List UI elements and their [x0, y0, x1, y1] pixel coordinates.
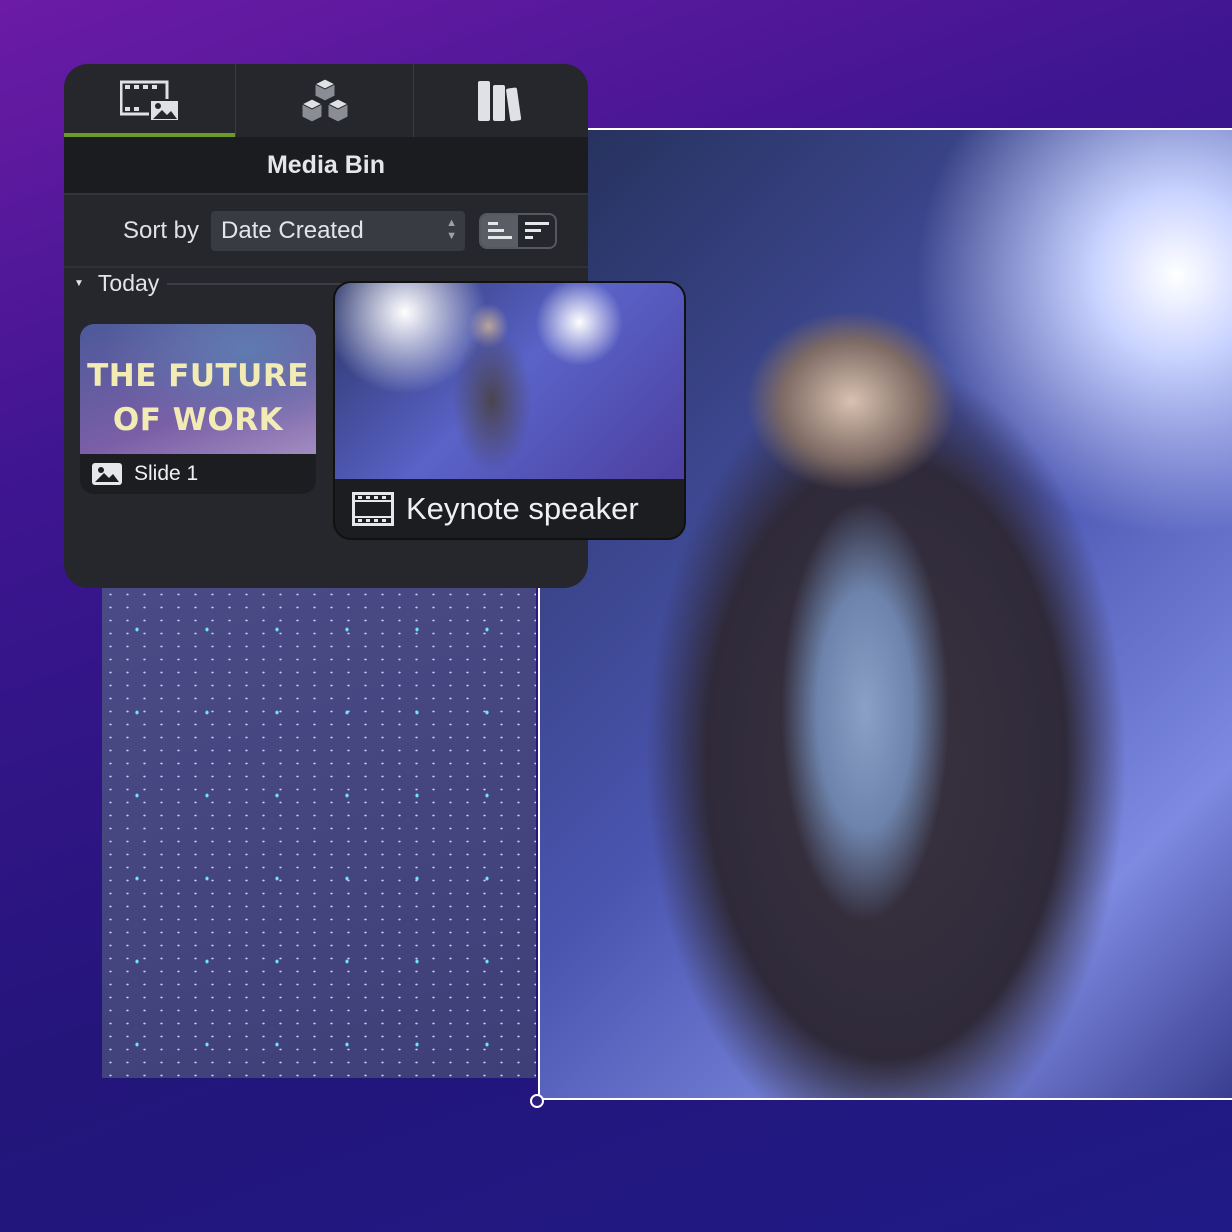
group-header-today[interactable]: ▼ Today: [74, 270, 374, 297]
panel-tabs: [64, 64, 588, 137]
media-icon: [119, 80, 180, 122]
tab-media[interactable]: [64, 64, 236, 137]
thumbnail-title-line: THE FUTURE: [87, 358, 309, 394]
thumbnail-title-line: OF WORK: [112, 402, 284, 438]
group-label: Today: [97, 270, 160, 296]
sort-ascending-button[interactable]: [481, 214, 519, 247]
sort-value: Date Created: [221, 216, 364, 244]
image-icon: [92, 463, 122, 485]
starfield-background-image: [102, 588, 536, 1078]
resize-handle[interactable]: [530, 1094, 544, 1108]
books-icon: [478, 80, 522, 121]
sort-select[interactable]: Date Created ▲ ▼: [211, 210, 466, 251]
tab-books[interactable]: [414, 64, 588, 137]
sort-order-toggle[interactable]: [479, 212, 558, 249]
slide-thumbnail: THE FUTURE OF WORK: [80, 324, 316, 454]
collapse-caret-icon[interactable]: ▼: [74, 278, 84, 289]
item-label: Slide 1: [134, 462, 199, 485]
canvas-keynote-speaker-video[interactable]: [538, 128, 1232, 1100]
sort-label: Sort by: [123, 216, 200, 244]
media-item-keynote-speaker[interactable]: Keynote speaker: [333, 281, 686, 540]
item-label: Keynote speaker: [406, 491, 639, 526]
media-item-slide-1[interactable]: THE FUTURE OF WORK Slide 1: [80, 324, 316, 494]
tab-library[interactable]: [236, 64, 414, 137]
video-thumbnail: [335, 283, 684, 479]
sort-row: Sort by Date Created ▲ ▼: [64, 195, 588, 268]
film-icon: [352, 492, 394, 526]
stepper-arrows-icon: ▲ ▼: [446, 216, 458, 242]
panel-title: Media Bin: [64, 137, 588, 195]
sort-descending-button[interactable]: [518, 215, 555, 247]
library-cubes-icon: [300, 77, 349, 123]
